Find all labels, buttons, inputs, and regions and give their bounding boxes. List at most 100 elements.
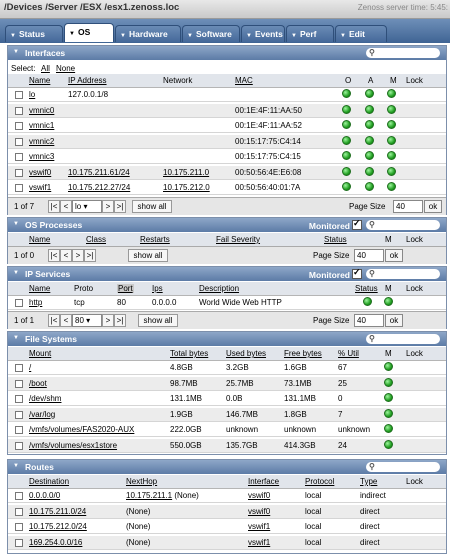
col-name[interactable]: Name bbox=[29, 235, 50, 244]
row-checkbox[interactable] bbox=[15, 426, 23, 434]
last-page-button[interactable]: >| bbox=[114, 314, 126, 327]
col-type[interactable]: Type bbox=[360, 477, 377, 486]
row-checkbox[interactable] bbox=[15, 507, 23, 516]
col-description[interactable]: Description bbox=[199, 284, 239, 293]
tab-events[interactable]: ▼ Events bbox=[241, 25, 285, 42]
col-proto[interactable]: Proto bbox=[74, 284, 93, 293]
os-processes-search-input[interactable]: ⚲ bbox=[366, 220, 440, 230]
last-page-button[interactable]: >| bbox=[84, 249, 96, 262]
tab-os[interactable]: ▼ OS bbox=[64, 23, 114, 42]
mount-link[interactable]: /vmfs/volumes/esx1store bbox=[29, 441, 117, 450]
routes-search-input[interactable]: ⚲ bbox=[366, 462, 440, 472]
mount-link[interactable]: /boot bbox=[29, 379, 47, 388]
network-link[interactable]: 10.175.212.0 bbox=[163, 183, 210, 192]
interface-name-link[interactable]: vswif1 bbox=[29, 183, 51, 192]
monitored-checkbox[interactable] bbox=[352, 218, 362, 230]
col-restarts[interactable]: Restarts bbox=[140, 235, 170, 244]
col-network[interactable]: Network bbox=[163, 76, 192, 85]
page-size-ok-button[interactable]: ok bbox=[385, 314, 403, 327]
table-row[interactable]: vswif1 10.175.212.27/24 10.175.212.0 00:50:… bbox=[8, 181, 446, 195]
interface-link[interactable]: vswif0 bbox=[248, 507, 270, 516]
col-name[interactable]: Name bbox=[29, 76, 50, 85]
interface-name-link[interactable]: vmnic1 bbox=[29, 121, 54, 130]
row-checkbox[interactable] bbox=[15, 410, 23, 419]
prev-page-button[interactable]: < bbox=[60, 200, 72, 213]
col-protocol[interactable]: Protocol bbox=[305, 477, 334, 486]
table-row[interactable]: vswif0 10.175.211.61/24 10.175.211.0 00:50:… bbox=[8, 165, 446, 180]
col-mount[interactable]: Mount bbox=[29, 349, 51, 358]
col-total-bytes[interactable]: Total bytes bbox=[170, 349, 208, 358]
tab-hardware[interactable]: ▼ Hardware bbox=[115, 25, 181, 42]
destination-link[interactable]: 10.175.211.0/24 bbox=[29, 507, 86, 516]
table-row[interactable]: vmnic0 00:1E:4F:11:AA:50 bbox=[8, 103, 446, 118]
table-row[interactable]: 10.175.212.0/24 (None) vswif1 local direct bbox=[8, 520, 446, 534]
first-page-button[interactable]: |< bbox=[48, 200, 60, 213]
row-checkbox[interactable] bbox=[15, 122, 23, 130]
table-row[interactable]: /vmfs/volumes/esx1store 550.0GB 135.7GB 414… bbox=[8, 438, 446, 453]
show-all-button[interactable]: show all bbox=[128, 249, 168, 262]
col-free-bytes[interactable]: Free bytes bbox=[284, 349, 322, 358]
service-name-link[interactable]: http bbox=[29, 298, 42, 307]
destination-link[interactable]: 0.0.0.0/0 bbox=[29, 491, 60, 500]
col-used-bytes[interactable]: Used bytes bbox=[226, 349, 266, 358]
tab-edit[interactable]: ▼ Edit bbox=[335, 25, 387, 42]
col-util[interactable]: % Util bbox=[338, 349, 359, 358]
table-row[interactable]: vmnic1 00:1E:4F:11:AA:52 bbox=[8, 119, 446, 133]
col-status[interactable]: Status bbox=[355, 284, 378, 293]
col-port[interactable]: Port bbox=[117, 284, 134, 293]
table-row[interactable]: /var/log 1.9GB 146.7MB 1.8GB 7 bbox=[8, 407, 446, 422]
row-checkbox[interactable] bbox=[15, 492, 23, 500]
col-ips[interactable]: Ips bbox=[152, 284, 163, 293]
row-checkbox[interactable] bbox=[15, 364, 23, 372]
row-checkbox[interactable] bbox=[15, 91, 23, 99]
monitored-checkbox[interactable] bbox=[352, 267, 362, 279]
next-page-button[interactable]: > bbox=[102, 314, 114, 327]
col-name[interactable]: Name bbox=[29, 284, 50, 293]
last-page-button[interactable]: >| bbox=[114, 200, 126, 213]
breadcrumb[interactable]: /Devices /Server /ESX /esx1.zenoss.loc bbox=[4, 2, 179, 13]
col-status[interactable]: Status bbox=[324, 235, 347, 244]
mount-link[interactable]: /dev/shm bbox=[29, 394, 61, 403]
file-systems-search-input[interactable]: ⚲ bbox=[366, 334, 440, 344]
destination-link[interactable]: 169.254.0.0/16 bbox=[29, 538, 82, 547]
interface-name-link[interactable]: lo bbox=[29, 90, 35, 99]
table-row[interactable]: /dev/shm 131.1MB 0.0B 131.1MB 0 bbox=[8, 392, 446, 406]
table-row[interactable]: vmnic3 00:15:17:75:C4:15 bbox=[8, 150, 446, 164]
row-checkbox[interactable] bbox=[15, 153, 23, 161]
show-all-button[interactable]: show all bbox=[138, 314, 178, 327]
select-none-link[interactable]: None bbox=[56, 64, 75, 73]
interface-link[interactable]: vswif1 bbox=[248, 522, 270, 531]
row-checkbox[interactable] bbox=[15, 538, 23, 547]
table-row[interactable]: /vmfs/volumes/FAS2020-AUX 222.0GB unknown u… bbox=[8, 423, 446, 437]
row-checkbox[interactable] bbox=[15, 523, 23, 531]
row-checkbox[interactable] bbox=[15, 137, 23, 146]
prev-page-button[interactable]: < bbox=[60, 249, 72, 262]
row-checkbox[interactable] bbox=[15, 299, 23, 307]
page-size-input[interactable]: 40 bbox=[354, 249, 384, 262]
table-row[interactable]: 169.254.0.0/16 (None) vswif1 local direct bbox=[8, 535, 446, 550]
mount-link[interactable]: /vmfs/volumes/FAS2020-AUX bbox=[29, 425, 134, 434]
ip-services-search-input[interactable]: ⚲ bbox=[366, 269, 440, 279]
mount-link[interactable]: / bbox=[29, 363, 31, 372]
col-fail-severity[interactable]: Fail Severity bbox=[216, 235, 260, 244]
monitored-toggle[interactable]: Monitored bbox=[309, 218, 362, 231]
table-row[interactable]: lo 127.0.0.1/8 bbox=[8, 88, 446, 102]
table-row[interactable]: 0.0.0.0/0 10.175.211.1 (None) vswif0 local i… bbox=[8, 489, 446, 503]
col-nexthop[interactable]: NextHop bbox=[126, 477, 157, 486]
network-link[interactable]: 10.175.211.0 bbox=[163, 168, 209, 177]
interfaces-search-input[interactable]: ⚲ bbox=[366, 48, 440, 58]
first-page-button[interactable]: |< bbox=[48, 249, 60, 262]
destination-link[interactable]: 10.175.212.0/24 bbox=[29, 522, 87, 531]
collapse-icon[interactable]: ▼ bbox=[13, 49, 19, 55]
collapse-icon[interactable]: ▼ bbox=[13, 463, 19, 469]
col-class[interactable]: Class bbox=[86, 235, 106, 244]
row-checkbox[interactable] bbox=[15, 106, 23, 115]
row-checkbox[interactable] bbox=[15, 395, 23, 403]
ip-address[interactable]: 10.175.211.61/24 bbox=[68, 168, 130, 177]
col-ip-address[interactable]: IP Address bbox=[68, 76, 107, 85]
tab-status[interactable]: ▼ Status bbox=[5, 25, 63, 42]
tab-perf[interactable]: ▼ Perf bbox=[286, 25, 334, 42]
col-destination[interactable]: Destination bbox=[29, 477, 69, 486]
col-mac[interactable]: MAC bbox=[235, 76, 253, 85]
collapse-icon[interactable]: ▼ bbox=[13, 221, 19, 227]
